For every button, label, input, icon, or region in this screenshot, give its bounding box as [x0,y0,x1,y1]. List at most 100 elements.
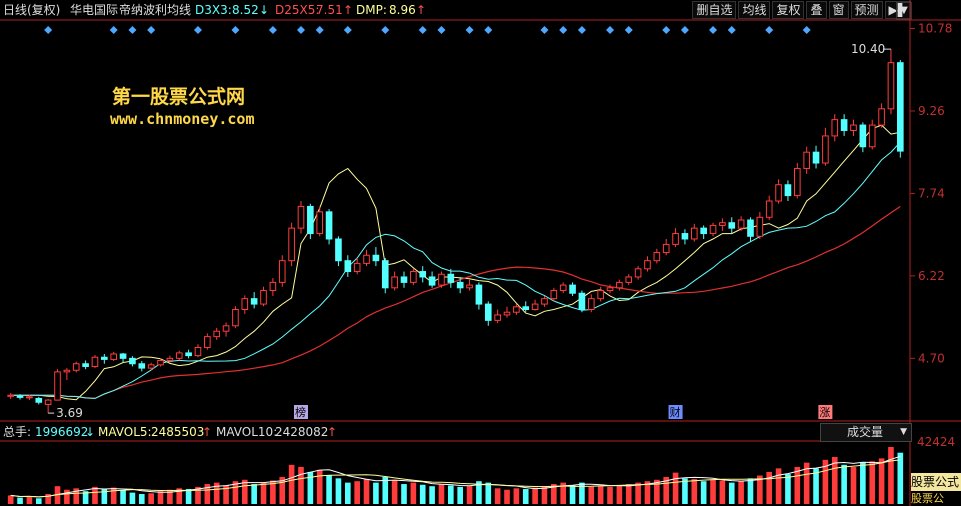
volume-bar [579,482,585,504]
volume-bar [522,489,529,504]
y-tick-label: 7.74 [918,186,945,200]
volume-bar [373,482,379,504]
signal-diamond [577,26,586,34]
mavol5-value: 2485503 [151,425,205,439]
candle-body [101,356,108,360]
signal-diamond [193,26,202,34]
signal-diamond [418,26,427,34]
event-marker-label: 涨 [819,406,830,419]
candle-body [541,298,548,305]
candle-body [587,298,595,311]
signal-diamond [709,26,718,34]
candle-body [831,119,839,137]
volume-bar [185,489,192,504]
candle-body [484,303,492,321]
volume-bar [541,486,548,504]
candle-body [325,211,333,240]
candle-body [157,359,164,366]
signal-diamond [484,26,493,34]
signal-diamond [147,26,156,34]
signal-diamond [680,26,689,34]
candle-body [456,281,464,289]
signal-diamond [343,26,352,34]
volume-bar [429,486,435,504]
candle-body [653,252,661,262]
y-tick-label: 4.70 [918,351,945,365]
volume-bar [251,484,257,504]
candle-body [363,254,370,264]
volume-bar [569,485,576,504]
candle-body [662,243,670,254]
signal-diamond [540,26,549,34]
volume-bar [7,495,14,504]
candle-body [16,395,24,398]
volume-bar [775,468,782,504]
volume-bar [298,466,304,504]
mavol10-arrow: ↑ [327,425,338,439]
volume-bar [260,482,267,504]
candle-body [672,233,679,245]
candle-body [26,396,33,399]
candle-body [822,135,829,164]
candle-body [503,311,511,316]
candle-body [110,353,118,360]
volume-bar [588,486,595,504]
signal-diamond [268,26,277,34]
volume-bar [710,479,716,504]
volume-indicator-value: 成交量 [847,425,884,439]
volume-bar [316,469,323,504]
candle-body [260,290,267,305]
candle-body [868,124,876,148]
candle-body [803,151,810,169]
candle-body [410,271,417,283]
candle-body [213,330,221,338]
candle-body [35,397,43,403]
total-value: 1996692 [35,425,89,439]
dmp-line [10,124,901,401]
volume-axis-top: 42424 [917,435,956,449]
candle-body [204,336,211,348]
volume-bar [26,496,33,504]
volume-bar [110,487,117,504]
candle-body [147,364,155,369]
volume-bar [391,480,398,504]
volume-bar [616,485,623,504]
volume-bar [672,472,679,504]
volume-bar [869,461,876,504]
total-label: 总手: [3,425,32,439]
candle-body [372,254,380,262]
high-price-label: 10.40 [851,42,885,56]
y-tick-label: 10.78 [918,22,952,36]
volume-bar [401,484,407,504]
candle-body [765,200,773,218]
volume-bar [35,498,42,504]
volume-indicator-select[interactable]: 成交量 ▼ [820,423,912,442]
candle-body [494,314,501,321]
volume-bar [607,486,613,504]
candle-body [475,284,483,305]
mavol10-label: MAVOL10: [216,425,278,439]
candle-body [625,276,633,283]
volume-bar [148,493,154,504]
candle-body [447,273,455,283]
candle-body [175,352,183,359]
candle-body [728,222,736,229]
signal-diamond [802,26,811,34]
candle-body [194,346,202,357]
signal-diamond [662,26,671,34]
volume-bar [794,466,801,504]
candle-body [784,184,792,197]
candle-body [616,281,623,289]
volume-bar [785,474,791,504]
volume-bar [597,486,604,504]
candle-body [878,108,885,126]
candle-body [466,284,473,289]
stamp-logo: 股票公式 [911,473,961,491]
candle-body [606,287,614,292]
volume-bar [860,462,866,504]
candle-body [756,216,764,237]
candle-body [793,167,801,197]
candle-body [578,292,586,311]
candle-body [307,205,314,235]
volume-bar [64,489,70,504]
